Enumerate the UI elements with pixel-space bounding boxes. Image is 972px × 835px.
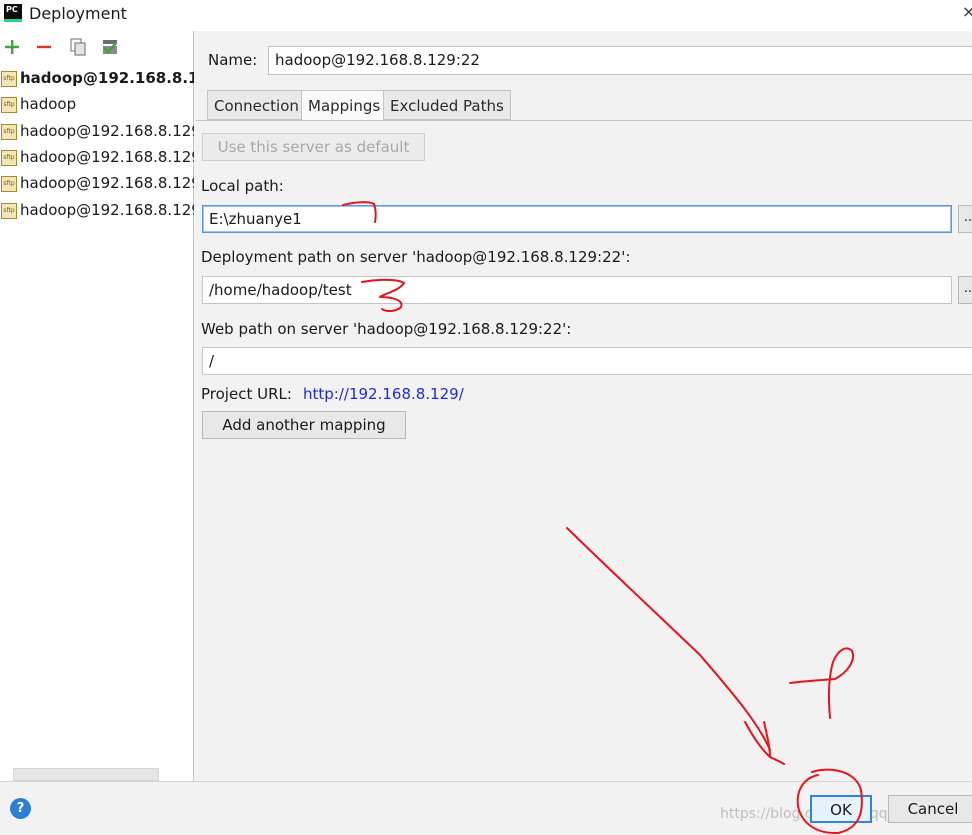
local-path-label: Local path:: [201, 177, 284, 195]
sftp-server-icon: sftp: [1, 123, 17, 140]
dialog-footer: ? https://blog.csdn.net/qq_45597535 OK C…: [0, 781, 972, 835]
copy-icon: [70, 38, 86, 56]
set-default-server-button[interactable]: [100, 37, 122, 59]
deployment-path-label: Deployment path on server 'hadoop@192.16…: [201, 248, 631, 266]
project-url-label: Project URL:: [201, 385, 292, 403]
server-list-item-label: hadoop: [20, 95, 77, 114]
add-another-mapping-button[interactable]: Add another mapping: [202, 411, 406, 439]
close-icon[interactable]: ×: [962, 2, 972, 21]
name-label: Name:: [208, 51, 258, 69]
annotation-arrow-head: [744, 721, 785, 765]
add-icon: [5, 40, 19, 54]
tab-excluded-paths[interactable]: Excluded Paths: [383, 90, 511, 120]
server-list-item[interactable]: sftphadoop@192.168.8.129: [0, 171, 194, 197]
annotation-mark-4: [789, 647, 854, 719]
set-default-icon: [103, 40, 117, 54]
server-list-item-label: hadoop@192.168.8.129: [20, 147, 194, 166]
deployment-path-input[interactable]: /home/hadoop/test: [202, 276, 952, 304]
server-list-pane: sftphadoop@192.168.8.129sftphadoopsftpha…: [0, 31, 194, 781]
sftp-server-icon: sftp: [1, 71, 17, 87]
sftp-server-icon: sftp: [1, 149, 17, 166]
tab-panel-border: [196, 120, 972, 121]
tab-connection[interactable]: Connection: [207, 90, 306, 120]
server-list-item[interactable]: sftphadoop@192.168.8.129: [0, 66, 194, 92]
use-as-default-button[interactable]: Use this server as default: [202, 133, 425, 161]
server-list-item[interactable]: sftphadoop@192.168.8.129: [0, 145, 194, 171]
help-icon[interactable]: ?: [10, 798, 31, 819]
copy-server-button[interactable]: [68, 37, 90, 59]
window-title: Deployment: [29, 4, 127, 23]
deployment-path-browse-button[interactable]: ...: [958, 276, 972, 304]
server-list-item[interactable]: sftphadoop@192.168.8.129: [0, 119, 194, 145]
pycharm-app-icon: PC: [4, 4, 22, 22]
web-path-input[interactable]: /: [202, 347, 972, 375]
server-list-item[interactable]: sftphadoop@192.168.8.129: [0, 198, 194, 224]
server-list-item-label: hadoop@192.168.8.129: [20, 121, 194, 140]
remove-server-button[interactable]: [34, 37, 56, 59]
local-path-browse-button[interactable]: ...: [958, 205, 972, 233]
tab-mappings[interactable]: Mappings: [301, 90, 388, 121]
ok-button[interactable]: OK: [810, 795, 872, 823]
server-list-item-label: hadoop@192.168.8.129: [20, 69, 194, 87]
title-bar: PC Deployment ×: [0, 0, 972, 31]
web-path-label: Web path on server 'hadoop@192.168.8.129…: [201, 320, 572, 338]
horizontal-scrollbar[interactable]: [13, 768, 159, 781]
sftp-server-icon: sftp: [1, 97, 17, 114]
server-list-item-label: hadoop@192.168.8.129: [20, 200, 194, 219]
annotation-arrow-shaft: [566, 527, 771, 751]
add-server-button[interactable]: [2, 37, 24, 59]
sftp-server-icon: sftp: [1, 202, 17, 219]
sftp-server-icon: sftp: [1, 176, 17, 193]
name-input[interactable]: hadoop@192.168.8.129:22: [268, 46, 972, 75]
remove-icon: [37, 45, 51, 49]
project-url-link[interactable]: http://192.168.8.129/: [303, 385, 464, 403]
server-list-item[interactable]: sftp hadoop: [0, 92, 194, 118]
server-list-item-label: hadoop@192.168.8.129: [20, 174, 194, 193]
local-path-input[interactable]: E:\zhuanye1: [202, 205, 952, 233]
cancel-button[interactable]: Cancel: [888, 795, 972, 823]
